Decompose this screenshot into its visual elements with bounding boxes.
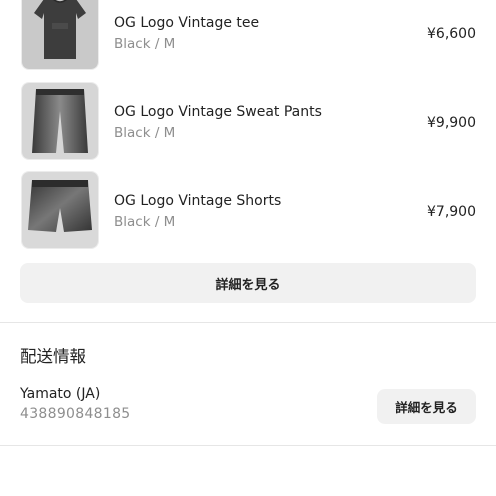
shipping-section-title: 配送情報 xyxy=(20,347,86,366)
product-image-shorts xyxy=(21,171,99,249)
item-variant: Black / M xyxy=(114,125,176,141)
product-image-pants xyxy=(21,82,99,160)
item-price: ¥9,900 xyxy=(427,115,476,131)
list-item[interactable]: OG Logo Vintage Sweat Pants Black / M ¥9… xyxy=(0,82,496,162)
item-price: ¥7,900 xyxy=(427,204,476,220)
shipping-carrier: Yamato (JA) xyxy=(20,386,101,402)
item-name: OG Logo Vintage tee xyxy=(114,15,260,31)
item-name: OG Logo Vintage Shorts xyxy=(114,193,282,209)
item-variant: Black / M xyxy=(114,214,176,230)
section-divider xyxy=(0,322,496,323)
tracking-number: 438890848185 xyxy=(20,406,131,422)
section-divider xyxy=(0,445,496,446)
item-price: ¥6,600 xyxy=(427,26,476,42)
view-items-details-button[interactable]: 詳細を見る xyxy=(20,263,476,303)
view-shipping-details-button[interactable]: 詳細を見る xyxy=(377,389,476,424)
product-image-tshirt xyxy=(21,0,99,70)
list-item[interactable]: OG Logo Vintage tee Black / M ¥6,600 xyxy=(0,0,496,72)
item-variant: Black / M xyxy=(114,36,176,52)
list-item[interactable]: OG Logo Vintage Shorts Black / M ¥7,900 xyxy=(0,171,496,251)
item-name: OG Logo Vintage Sweat Pants xyxy=(114,104,322,120)
